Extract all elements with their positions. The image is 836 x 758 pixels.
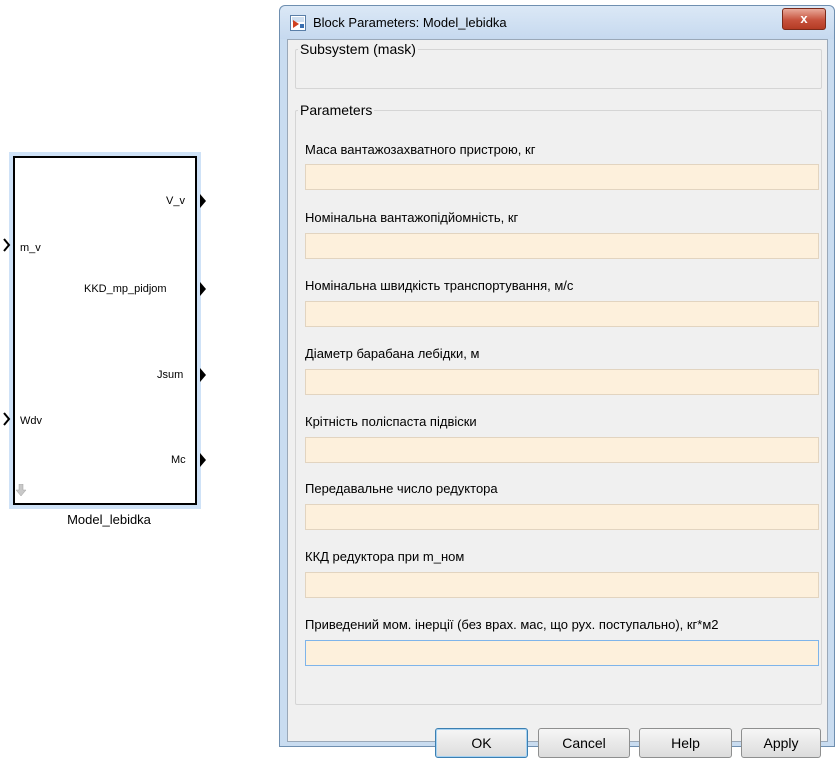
dialog-titlebar[interactable]: Block Parameters: Model_lebidka x (280, 6, 834, 39)
param-label: ККД редуктора при m_ном (305, 549, 465, 564)
output-port-label: V_v (166, 195, 185, 207)
param-input[interactable] (305, 233, 819, 259)
close-button[interactable]: x (782, 8, 826, 30)
output-port-arrow[interactable] (200, 368, 207, 382)
param-input[interactable] (305, 437, 819, 463)
output-port-label: Jsum (157, 369, 184, 381)
output-port-arrow[interactable] (200, 282, 207, 296)
param-label: Приведений мом. інерції (без врах. мас, … (305, 617, 719, 632)
block-parameters-dialog: Block Parameters: Model_lebidka x Subsys… (279, 5, 835, 747)
param-input[interactable] (305, 301, 819, 327)
param-input[interactable] (305, 369, 819, 395)
param-label: Номінальна швидкість транспортування, м/… (305, 278, 574, 293)
dialog-title: Block Parameters: Model_lebidka (313, 15, 507, 30)
output-port-arrow[interactable] (200, 453, 207, 467)
param-input[interactable] (305, 572, 819, 598)
output-port-label: Mc (171, 454, 186, 466)
block-body[interactable] (13, 156, 197, 505)
down-arrow-icon (15, 484, 27, 497)
cancel-button[interactable]: Cancel (538, 728, 630, 758)
help-button[interactable]: Help (639, 728, 732, 758)
param-input[interactable] (305, 504, 819, 530)
apply-button[interactable]: Apply (741, 728, 821, 758)
block-name[interactable]: Model_lebidka (9, 512, 209, 527)
param-input[interactable] (305, 640, 819, 666)
param-label: Передавальне число редуктора (305, 481, 498, 496)
ok-button[interactable]: OK (435, 728, 528, 758)
simulink-block-icon (290, 15, 306, 31)
output-port-arrow[interactable] (200, 194, 207, 208)
subsystem-legend: Subsystem (mask) (298, 41, 418, 57)
dialog-client-area: Subsystem (mask) Parameters Маса вантажо… (287, 39, 828, 742)
param-label: Діаметр барабана лебідки, м (305, 346, 480, 361)
input-port-arrow[interactable] (3, 412, 11, 426)
close-icon: x (800, 11, 808, 26)
input-port-label: m_v (20, 242, 41, 254)
output-port-label: KKD_mp_pidjom (84, 283, 167, 295)
input-port-label: Wdv (20, 415, 42, 427)
param-label: Маса вантажозахватного пристрою, кг (305, 142, 536, 157)
input-port-arrow[interactable] (3, 238, 11, 252)
parameters-legend: Parameters (298, 102, 375, 118)
param-label: Номінальна вантажопідйомність, кг (305, 210, 519, 225)
param-input[interactable] (305, 164, 819, 190)
param-label: Крітність поліспаста підвіски (305, 414, 477, 429)
parameters-group (295, 110, 822, 705)
